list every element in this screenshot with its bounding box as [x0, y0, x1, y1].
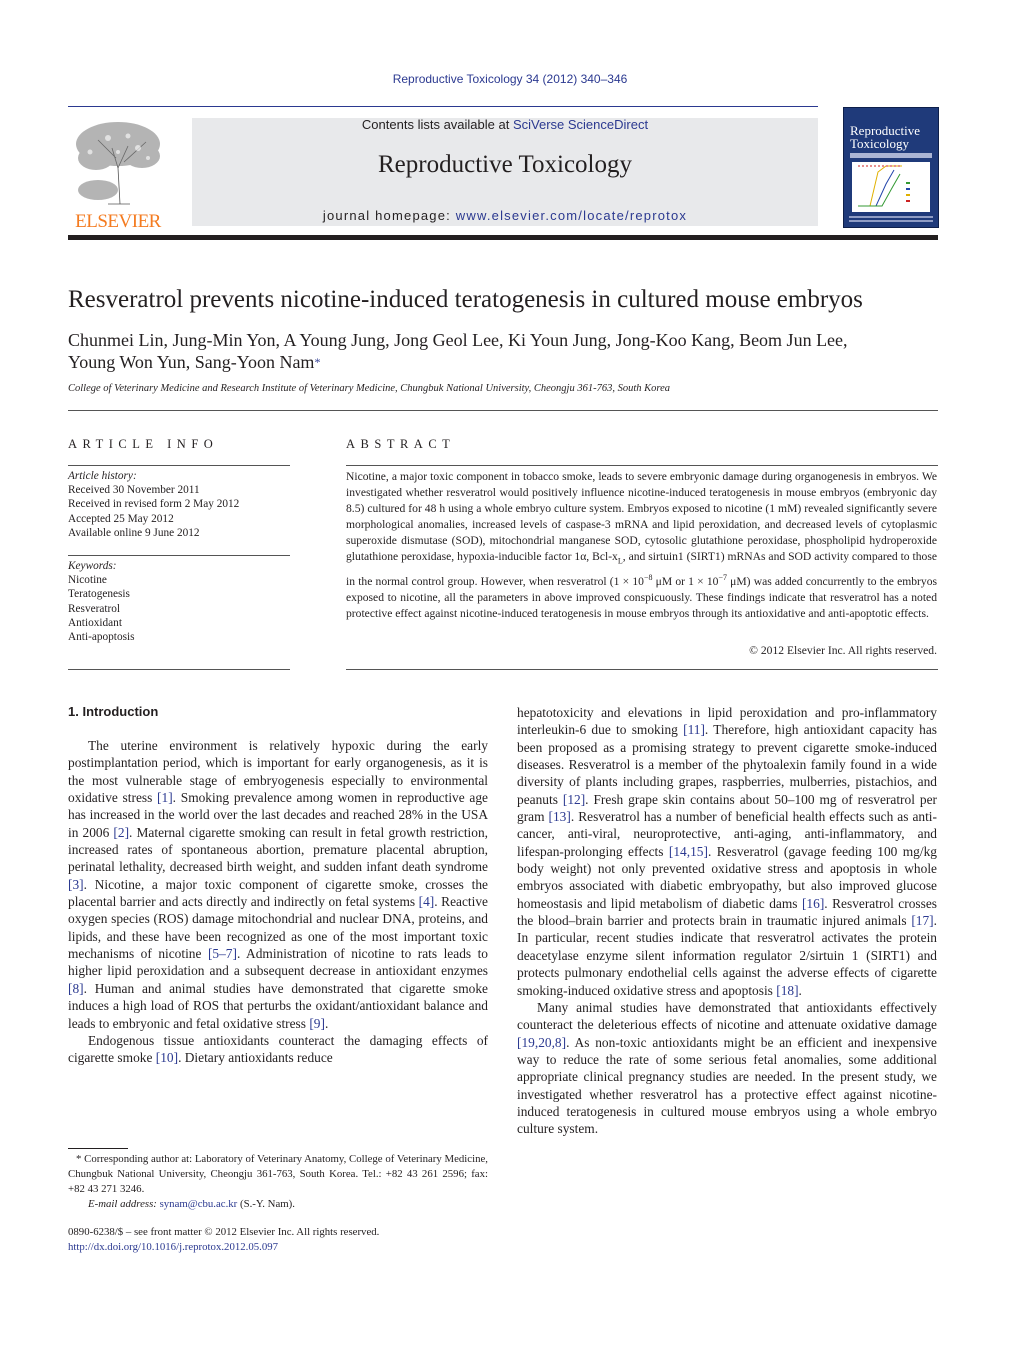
doi-link[interactable]: http://dx.doi.org/10.1016/j.reprotox.201…	[68, 1241, 278, 1253]
authors-line1: Chunmei Lin, Jung-Min Yon, A Young Jung,…	[68, 330, 848, 350]
divider	[68, 669, 290, 670]
citation-link[interactable]: [2]	[113, 825, 129, 840]
paragraph-text: . As non-toxic antioxidants might be an …	[517, 1034, 937, 1137]
paragraph-text: Many animal studies have demonstrated th…	[517, 999, 937, 1033]
citation-link[interactable]: [12]	[563, 792, 585, 807]
homepage-line: journal homepage: www.elsevier.com/locat…	[192, 208, 818, 223]
citation-link[interactable]: [13]	[549, 809, 571, 824]
citation-link[interactable]: [1]	[157, 790, 173, 805]
elsevier-tree-icon	[68, 118, 168, 206]
article-title: Resveratrol prevents nicotine-induced te…	[68, 286, 863, 313]
citation-link[interactable]: [9]	[309, 1016, 325, 1031]
divider	[68, 555, 290, 556]
cover-title: Reproductive Toxicology	[850, 124, 920, 150]
divider	[346, 669, 938, 670]
elsevier-logo: ELSEVIER	[68, 118, 168, 232]
affiliation: College of Veterinary Medicine and Resea…	[68, 383, 670, 394]
body-column-right: hepatotoxicity and elevations in lipid p…	[517, 704, 937, 1138]
citation-link[interactable]: [17]	[911, 913, 933, 928]
abstract-body: Nicotine, a major toxic component in tob…	[346, 469, 937, 622]
keywords: Keywords: Nicotine Teratogenesis Resvera…	[68, 559, 135, 644]
abstract-heading: ABSTRACT	[346, 437, 456, 451]
citation-link[interactable]: [11]	[683, 722, 705, 737]
email-suffix: (S.-Y. Nam).	[237, 1198, 295, 1210]
keyword-item: Teratogenesis	[68, 588, 130, 601]
history-item: Received in revised form 2 May 2012	[68, 498, 240, 511]
footnote-address: * Corresponding author at: Laboratory of…	[68, 1153, 488, 1195]
footnote-rule	[68, 1148, 128, 1149]
cover-plot-icon	[858, 165, 910, 207]
journal-cover-image: Reproductive Toxicology	[843, 107, 939, 228]
paragraph: Many animal studies have demonstrated th…	[517, 999, 937, 1138]
contents-line: Contents lists available at SciVerse Sci…	[192, 117, 818, 132]
header-thick-rule	[68, 235, 938, 240]
history-item: Available online 9 June 2012	[68, 526, 200, 539]
keyword-item: Antioxidant	[68, 616, 122, 629]
authors-line2: Young Won Yun, Sang-Yoon Nam	[68, 352, 315, 372]
keyword-item: Resveratrol	[68, 602, 121, 615]
paragraph-text: . Human and animal studies have demonstr…	[68, 980, 488, 1031]
paragraph-text: . Maternal cigarette smoking can result …	[68, 824, 488, 875]
citation-link[interactable]: [14,15]	[669, 844, 708, 859]
paragraph: Endogenous tissue antioxidants counterac…	[68, 1032, 488, 1067]
keyword-item: Nicotine	[68, 574, 107, 587]
history-item: Accepted 25 May 2012	[68, 512, 174, 525]
citation-link[interactable]: [8]	[68, 981, 84, 996]
issn-block: 0890-6238/$ – see front matter © 2012 El…	[68, 1225, 488, 1255]
homepage-prefix: journal homepage:	[322, 208, 456, 223]
header-rule	[68, 106, 818, 107]
sciencedirect-link[interactable]: SciVerse ScienceDirect	[513, 117, 648, 132]
section-heading-introduction: 1. Introduction	[68, 704, 159, 719]
keywords-label: Keywords:	[68, 560, 117, 572]
journal-title: Reproductive Toxicology	[378, 151, 632, 178]
citation-link[interactable]: [4]	[419, 894, 435, 909]
elsevier-wordmark: ELSEVIER	[75, 211, 161, 232]
corresponding-author-footnote: * Corresponding author at: Laboratory of…	[68, 1152, 488, 1212]
citation-link[interactable]: [16]	[802, 896, 824, 911]
email-link[interactable]: synam@cbu.ac.kr	[160, 1198, 238, 1210]
paragraph-text: .	[798, 982, 802, 998]
homepage-link[interactable]: www.elsevier.com/locate/reprotox	[456, 208, 687, 223]
body-column-left: 1. Introduction The uterine environment …	[68, 704, 488, 1067]
cover-title-line2: Toxicology	[850, 136, 910, 151]
cover-footer-bar	[849, 216, 933, 218]
history-item: Received 30 November 2011	[68, 484, 200, 497]
author-list: Chunmei Lin, Jung-Min Yon, A Young Jung,…	[68, 329, 948, 373]
paragraph-text: .	[324, 1015, 329, 1031]
contents-prefix: Contents lists available at	[361, 117, 513, 132]
citation-link[interactable]: [19,20,8]	[517, 1035, 566, 1050]
cover-subtitle-bar	[850, 153, 932, 158]
abstract-copyright: © 2012 Elsevier Inc. All rights reserved…	[749, 644, 937, 657]
keyword-item: Anti-apoptosis	[68, 631, 135, 644]
article-info-heading: ARTICLE INFO	[68, 437, 219, 451]
divider	[346, 465, 938, 466]
divider	[68, 410, 938, 411]
divider	[68, 465, 290, 466]
paragraph-text: . Dietary antioxidants reduce	[178, 1050, 333, 1066]
citation-link[interactable]: [18]	[776, 983, 798, 998]
article-history: Article history: Received 30 November 20…	[68, 469, 239, 540]
footnote-email-line: E-mail address: synam@cbu.ac.kr (S.-Y. N…	[68, 1197, 488, 1212]
abstract-exponent: −7	[718, 572, 727, 582]
journal-banner: Contents lists available at SciVerse Sci…	[192, 117, 818, 226]
abstract-text: μM or 1 × 10	[652, 574, 719, 588]
cover-plot-thumbnail	[852, 162, 930, 212]
journal-reference[interactable]: Reproductive Toxicology 34 (2012) 340–34…	[0, 72, 1020, 86]
citation-link[interactable]: [5–7]	[208, 946, 237, 961]
cover-footer-bar	[849, 220, 933, 222]
citation-link[interactable]: [3]	[68, 877, 84, 892]
history-label: Article history:	[68, 470, 137, 482]
citation-link[interactable]: [10]	[156, 1050, 178, 1065]
issn-line: 0890-6238/$ – see front matter © 2012 El…	[68, 1226, 380, 1238]
corresponding-author-mark[interactable]: *	[314, 355, 320, 369]
paragraph: The uterine environment is relatively hy…	[68, 737, 488, 1032]
journal-reference-link[interactable]: Reproductive Toxicology 34 (2012) 340–34…	[393, 72, 628, 86]
email-label: E-mail address:	[88, 1198, 160, 1210]
paragraph: hepatotoxicity and elevations in lipid p…	[517, 704, 937, 999]
